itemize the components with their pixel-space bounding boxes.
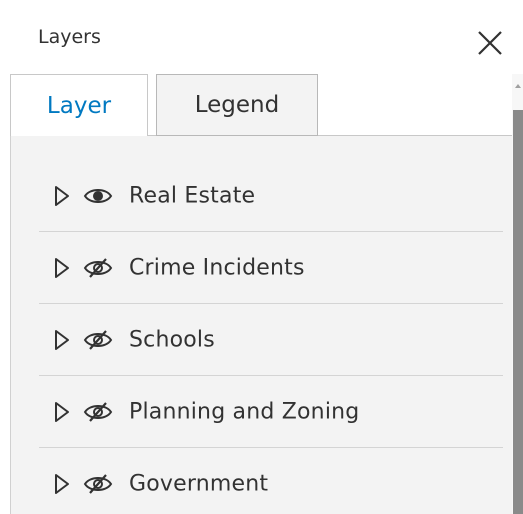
layer-label: Real Estate xyxy=(129,183,256,208)
eye-slash-icon xyxy=(83,257,113,278)
eye-slash-icon xyxy=(83,329,113,350)
visibility-toggle[interactable] xyxy=(83,185,113,207)
visibility-toggle[interactable] xyxy=(83,473,113,495)
caret-right-icon xyxy=(55,401,69,422)
expand-button[interactable] xyxy=(53,329,71,351)
layer-label: Schools xyxy=(129,327,215,352)
caret-right-icon xyxy=(55,257,69,278)
layer-item-real-estate[interactable]: Real Estate xyxy=(39,160,503,232)
caret-right-icon xyxy=(55,473,69,494)
panel-title: Layers xyxy=(38,26,101,48)
eye-slash-icon xyxy=(83,473,113,494)
layer-item-schools[interactable]: Schools xyxy=(39,304,503,376)
caret-right-icon xyxy=(55,329,69,350)
scroll-up-icon[interactable] xyxy=(515,84,521,88)
eye-slash-icon xyxy=(83,401,113,422)
layer-list: Real Estate Crime Incidents Schools Plan… xyxy=(10,136,512,514)
close-icon xyxy=(478,31,502,55)
expand-button[interactable] xyxy=(53,185,71,207)
visibility-toggle[interactable] xyxy=(83,329,113,351)
visibility-toggle[interactable] xyxy=(83,401,113,423)
scrollbar-thumb[interactable] xyxy=(513,110,523,514)
layer-label: Planning and Zoning xyxy=(129,399,360,424)
tab-layer[interactable]: Layer xyxy=(10,74,148,136)
tab-legend[interactable]: Legend xyxy=(156,74,318,136)
layer-item-government[interactable]: Government xyxy=(39,448,503,514)
layer-item-planning-and-zoning[interactable]: Planning and Zoning xyxy=(39,376,503,448)
visibility-toggle[interactable] xyxy=(83,257,113,279)
expand-button[interactable] xyxy=(53,401,71,423)
layers-panel: Layers Layer Legend Real Estate Crime In… xyxy=(0,0,523,514)
eye-icon xyxy=(83,188,113,203)
layer-label: Government xyxy=(129,471,269,496)
layer-label: Crime Incidents xyxy=(129,255,305,280)
caret-right-icon xyxy=(55,185,69,206)
expand-button[interactable] xyxy=(53,473,71,495)
layer-item-crime-incidents[interactable]: Crime Incidents xyxy=(39,232,503,304)
close-button[interactable] xyxy=(474,27,506,59)
expand-button[interactable] xyxy=(53,257,71,279)
